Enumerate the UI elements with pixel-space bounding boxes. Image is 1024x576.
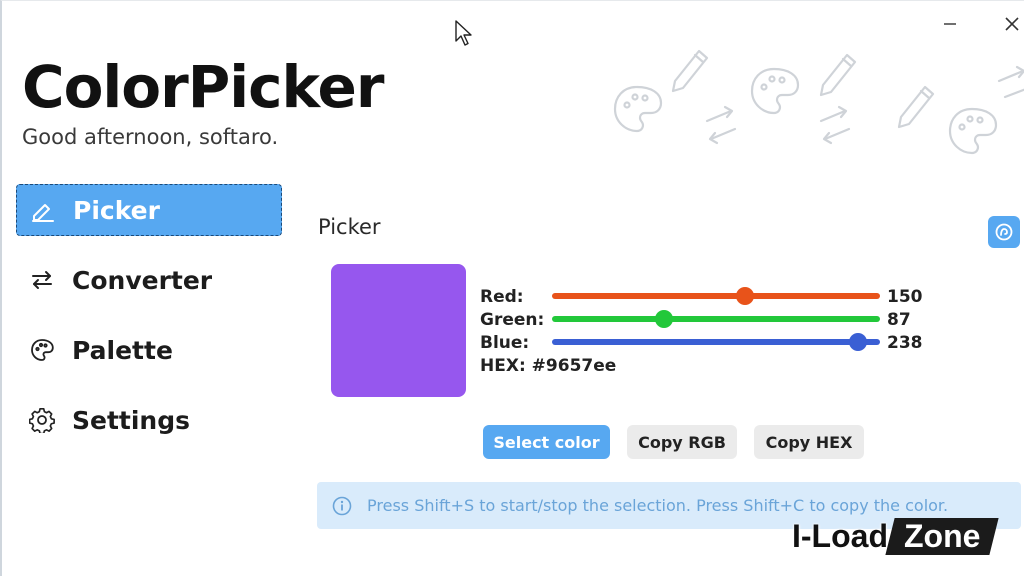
- arrows-swap-icon: [28, 266, 56, 294]
- minimize-button[interactable]: [930, 7, 970, 41]
- sidebar-item-label: Palette: [72, 335, 173, 365]
- red-label: Red:: [480, 287, 524, 307]
- help-button[interactable]: [988, 216, 1020, 248]
- sidebar-item-palette[interactable]: Palette: [16, 324, 282, 376]
- pencil-icon: [671, 49, 709, 93]
- page-title: Picker: [318, 215, 381, 239]
- sidebar-nav: Picker Converter Palette Settings: [16, 184, 282, 464]
- watermark-right-text: Zone: [903, 517, 981, 554]
- gear-icon: [28, 406, 56, 434]
- sidebar-item-label: Settings: [72, 405, 191, 435]
- sidebar-item-converter[interactable]: Converter: [16, 254, 282, 306]
- sidebar-item-label: Converter: [72, 265, 213, 295]
- watermark-left-text: I-Load: [792, 517, 888, 554]
- decorative-icons: [613, 49, 1024, 155]
- close-icon: [1005, 17, 1019, 31]
- arrows-swap-icon: [705, 105, 737, 145]
- blue-slider[interactable]: [552, 333, 880, 351]
- pencil-icon: [897, 85, 935, 129]
- close-button[interactable]: [992, 7, 1024, 41]
- greeting-text: Good afternoon, softaro.: [22, 125, 279, 149]
- color-preview-swatch: [331, 264, 466, 397]
- hand-pointer-icon: [995, 223, 1013, 241]
- sidebar-item-settings[interactable]: Settings: [16, 394, 282, 446]
- pencil-icon: [819, 53, 857, 97]
- red-slider-thumb[interactable]: [735, 287, 754, 305]
- copy-rgb-button[interactable]: Copy RGB: [627, 425, 737, 459]
- blue-slider-thumb[interactable]: [849, 333, 868, 351]
- arrows-swap-icon: [997, 65, 1024, 99]
- watermark-right-box: Zone: [885, 517, 1000, 555]
- watermark-logo: I-Load Zone: [792, 513, 1000, 559]
- palette-icon: [28, 336, 56, 364]
- palette-icon: [613, 85, 663, 133]
- arrows-swap-icon: [819, 105, 851, 145]
- green-slider-thumb[interactable]: [654, 310, 673, 328]
- blue-value: 238: [887, 333, 923, 353]
- blue-label: Blue:: [480, 333, 530, 353]
- red-value: 150: [887, 287, 923, 307]
- green-value: 87: [887, 310, 911, 330]
- minimize-icon: [944, 23, 956, 25]
- app-title: ColorPicker: [22, 53, 384, 121]
- app-window: ColorPicker Good afternoon, softaro. Pic…: [0, 0, 1024, 576]
- info-icon: [331, 495, 353, 517]
- hex-readout: HEX: #9657ee: [480, 356, 617, 376]
- select-color-button[interactable]: Select color: [483, 425, 610, 459]
- pen-icon: [29, 196, 57, 224]
- red-slider[interactable]: [552, 287, 880, 305]
- sidebar-item-picker[interactable]: Picker: [16, 184, 282, 236]
- copy-hex-button[interactable]: Copy HEX: [754, 425, 864, 459]
- green-slider[interactable]: [552, 310, 880, 328]
- green-label: Green:: [480, 310, 545, 330]
- mouse-cursor-icon: [455, 20, 472, 46]
- palette-icon: [948, 107, 998, 155]
- sidebar-item-label: Picker: [73, 195, 160, 225]
- palette-icon: [750, 67, 800, 115]
